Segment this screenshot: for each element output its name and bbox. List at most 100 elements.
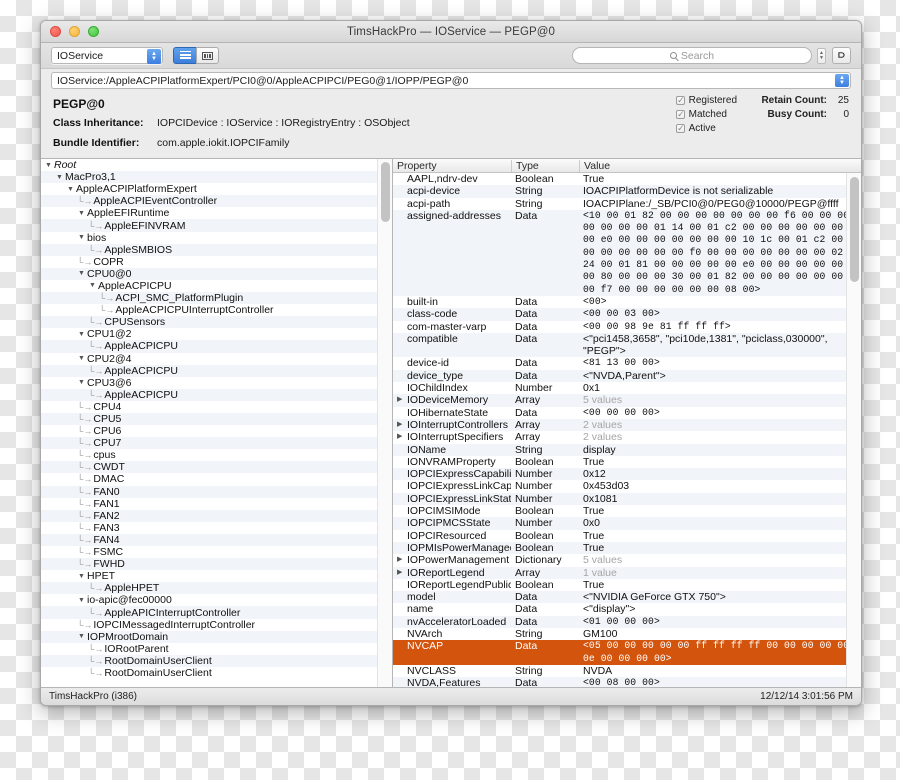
- tree-item[interactable]: ▼ io-apic@fec00000: [41, 594, 392, 607]
- disclosure-triangle-icon[interactable]: ▼: [77, 209, 86, 218]
- disclosure-triangle-icon[interactable]: ▶: [397, 419, 405, 431]
- disclosure-triangle-icon[interactable]: ▼: [77, 269, 86, 278]
- tree-item[interactable]: └→ IORootParent: [41, 642, 392, 655]
- property-row[interactable]: ▶ IOReportLegend Array 1 value: [393, 566, 861, 579]
- property-row[interactable]: model Data <"NVIDIA GeForce GTX 750">: [393, 591, 861, 604]
- property-row[interactable]: built-in Data <00>: [393, 295, 861, 309]
- tree-item[interactable]: ▼ bios: [41, 231, 392, 244]
- tree-item[interactable]: └→ RootDomainUserClient: [41, 666, 392, 680]
- tree-item[interactable]: └→ AppleACPICPU: [41, 364, 392, 377]
- tree-item[interactable]: └→ AppleACPICPUInterruptController: [41, 304, 392, 317]
- status-flag-active[interactable]: Active: [675, 123, 737, 134]
- disclosure-triangle-icon[interactable]: ▼: [77, 330, 86, 339]
- tree-item[interactable]: └→ AppleACPICPU: [41, 340, 392, 353]
- tree-item[interactable]: └→ CPU5: [41, 412, 392, 426]
- property-row[interactable]: device_type Data <"NVDA,Parent">: [393, 369, 861, 383]
- property-row[interactable]: nvAcceleratorLoaded Data <01 00 00 00>: [393, 615, 861, 628]
- tree-item[interactable]: └→ FAN4: [41, 533, 392, 546]
- disclosure-triangle-icon[interactable]: ▼: [55, 173, 64, 182]
- property-row[interactable]: ▶ IOPowerManagement Dictionary 5 values: [393, 554, 861, 567]
- property-row[interactable]: AAPL,ndrv-dev Boolean True: [393, 173, 861, 186]
- disclosure-triangle-icon[interactable]: ▼: [77, 233, 86, 242]
- disclosure-triangle-icon[interactable]: ▼: [88, 281, 97, 290]
- property-row[interactable]: IOPCIExpressLinkCapabilities Number 0x453d…: [393, 480, 861, 493]
- path-chevron-updown-icon[interactable]: ▲ ▼: [835, 74, 849, 87]
- property-row[interactable]: compatible Data <"pci1458,3658", "pci10de,…: [393, 332, 861, 358]
- property-row[interactable]: IOPMIsPowerManaged Boolean True: [393, 541, 861, 555]
- disclosure-triangle-icon[interactable]: ▶: [397, 431, 405, 443]
- column-header-value[interactable]: Value: [579, 159, 861, 172]
- tree-item[interactable]: └→ FAN2: [41, 509, 392, 522]
- tree-item[interactable]: └→ IOPCIMessagedInterruptController: [41, 618, 392, 631]
- tree-item[interactable]: └→ RootDomainUserClient: [41, 654, 392, 667]
- disclosure-triangle-icon[interactable]: ▼: [77, 572, 86, 581]
- property-row[interactable]: IOPCIPMCSState Number 0x0: [393, 517, 861, 530]
- tree-item[interactable]: ▼ AppleEFIRuntime: [41, 207, 392, 220]
- tree-item[interactable]: └→ FAN3: [41, 521, 392, 534]
- property-row[interactable]: IOName String display: [393, 443, 861, 456]
- tree-item[interactable]: └→ CWDT: [41, 461, 392, 474]
- disclosure-triangle-icon[interactable]: ▼: [44, 161, 53, 170]
- tree-item[interactable]: └→ AppleAPICInterruptController: [41, 606, 392, 619]
- property-row[interactable]: IOReportLegendPublic Boolean True: [393, 578, 861, 592]
- property-row[interactable]: IOHibernateState Data <00 00 00 00>: [393, 406, 861, 419]
- tree-scrollbar[interactable]: [377, 159, 392, 687]
- close-button[interactable]: [50, 26, 61, 37]
- tree-item[interactable]: └→ AppleACPICPU: [41, 388, 392, 401]
- tree-item[interactable]: ▼ MacPro3,1: [41, 171, 392, 184]
- maximize-button[interactable]: [88, 26, 99, 37]
- detail-toggle-button[interactable]: ⫐: [832, 47, 851, 64]
- tree-item[interactable]: └→ cpus: [41, 449, 392, 462]
- property-row-selected[interactable]: NVCAP Data <05 00 00 00 00 00 ff ff ff ff …: [393, 640, 861, 665]
- list-view-button[interactable]: [173, 47, 196, 64]
- tree-item[interactable]: ▼ AppleACPIPlatformExpert: [41, 183, 392, 196]
- search-input[interactable]: Search: [572, 47, 812, 64]
- property-row[interactable]: IONVRAMProperty Boolean True: [393, 455, 861, 469]
- tree-item[interactable]: ▼ Root: [41, 159, 392, 172]
- property-row[interactable]: assigned-addresses Data <10 00 01 82 00 00…: [393, 209, 861, 296]
- disclosure-triangle-icon[interactable]: ▶: [397, 554, 405, 566]
- search-stepper[interactable]: ▲ ▼: [817, 47, 826, 64]
- tree-item[interactable]: ▼ AppleACPICPU: [41, 279, 392, 293]
- column-header-property[interactable]: Property: [393, 160, 511, 172]
- property-table-body[interactable]: AAPL,ndrv-dev Boolean True acpi-device Strin…: [393, 173, 861, 687]
- tree-item[interactable]: └→ ACPI_SMC_PlatformPlugin: [41, 292, 392, 305]
- property-row[interactable]: com-master-varp Data <00 00 98 9e 81 ff ff…: [393, 320, 861, 333]
- disclosure-triangle-icon[interactable]: ▼: [66, 185, 75, 194]
- property-row[interactable]: IOChildIndex Number 0x1: [393, 382, 861, 395]
- property-row[interactable]: device-id Data <81 13 00 00>: [393, 357, 861, 370]
- column-header-type[interactable]: Type: [511, 159, 579, 172]
- disclosure-triangle-icon[interactable]: ▼: [77, 596, 86, 605]
- disclosure-triangle-icon[interactable]: ▼: [77, 378, 86, 387]
- property-row[interactable]: acpi-path String IOACPIPlane:/_SB/PCI0@0/P…: [393, 197, 861, 210]
- disclosure-triangle-icon[interactable]: ▼: [77, 354, 86, 363]
- tree-item[interactable]: └→ FSMC: [41, 546, 392, 559]
- tree-item[interactable]: ▼ CPU0@0: [41, 267, 392, 280]
- disclosure-triangle-icon[interactable]: ▶: [397, 394, 405, 406]
- tree-item[interactable]: └→ AppleEFINVRAM: [41, 219, 392, 232]
- tree-item[interactable]: └→ CPU7: [41, 437, 392, 450]
- tree-item[interactable]: └→ CPU6: [41, 425, 392, 438]
- tree-item[interactable]: └→ DMAC: [41, 473, 392, 486]
- tree-item[interactable]: └→ FAN0: [41, 485, 392, 498]
- tree-item[interactable]: └→ AppleSMBIOS: [41, 243, 392, 256]
- registry-tree-pane[interactable]: ▼ Root ▼ MacPro3,1 ▼ AppleACPIPlatformExpert └…: [41, 159, 393, 687]
- disclosure-triangle-icon[interactable]: ▼: [77, 632, 86, 641]
- property-row[interactable]: IOPCIExpressCapabilities Number 0x12: [393, 468, 861, 481]
- plane-selector[interactable]: IOService ▲ ▼: [51, 47, 163, 64]
- minimize-button[interactable]: [69, 26, 80, 37]
- property-scrollbar-thumb[interactable]: [850, 177, 859, 282]
- registry-tree[interactable]: ▼ Root ▼ MacPro3,1 ▼ AppleACPIPlatformExpert └…: [41, 159, 392, 680]
- tree-item[interactable]: └→ COPR: [41, 255, 392, 268]
- tree-item[interactable]: ▼ CPU2@4: [41, 352, 392, 365]
- tree-item[interactable]: └→ AppleACPIEventController: [41, 195, 392, 208]
- tree-item[interactable]: ▼ IOPMrootDomain: [41, 630, 392, 643]
- tree-item[interactable]: └→ CPU4: [41, 400, 392, 413]
- tree-item[interactable]: ▼ CPU1@2: [41, 328, 392, 341]
- property-row[interactable]: IOPCIResourced Boolean True: [393, 529, 861, 542]
- property-row[interactable]: NVArch String GM100: [393, 627, 861, 641]
- column-view-button[interactable]: [196, 47, 219, 64]
- tree-item[interactable]: └→ CPUSensors: [41, 316, 392, 329]
- tree-scrollbar-thumb[interactable]: [381, 162, 390, 222]
- tree-item[interactable]: └→ FAN1: [41, 497, 392, 510]
